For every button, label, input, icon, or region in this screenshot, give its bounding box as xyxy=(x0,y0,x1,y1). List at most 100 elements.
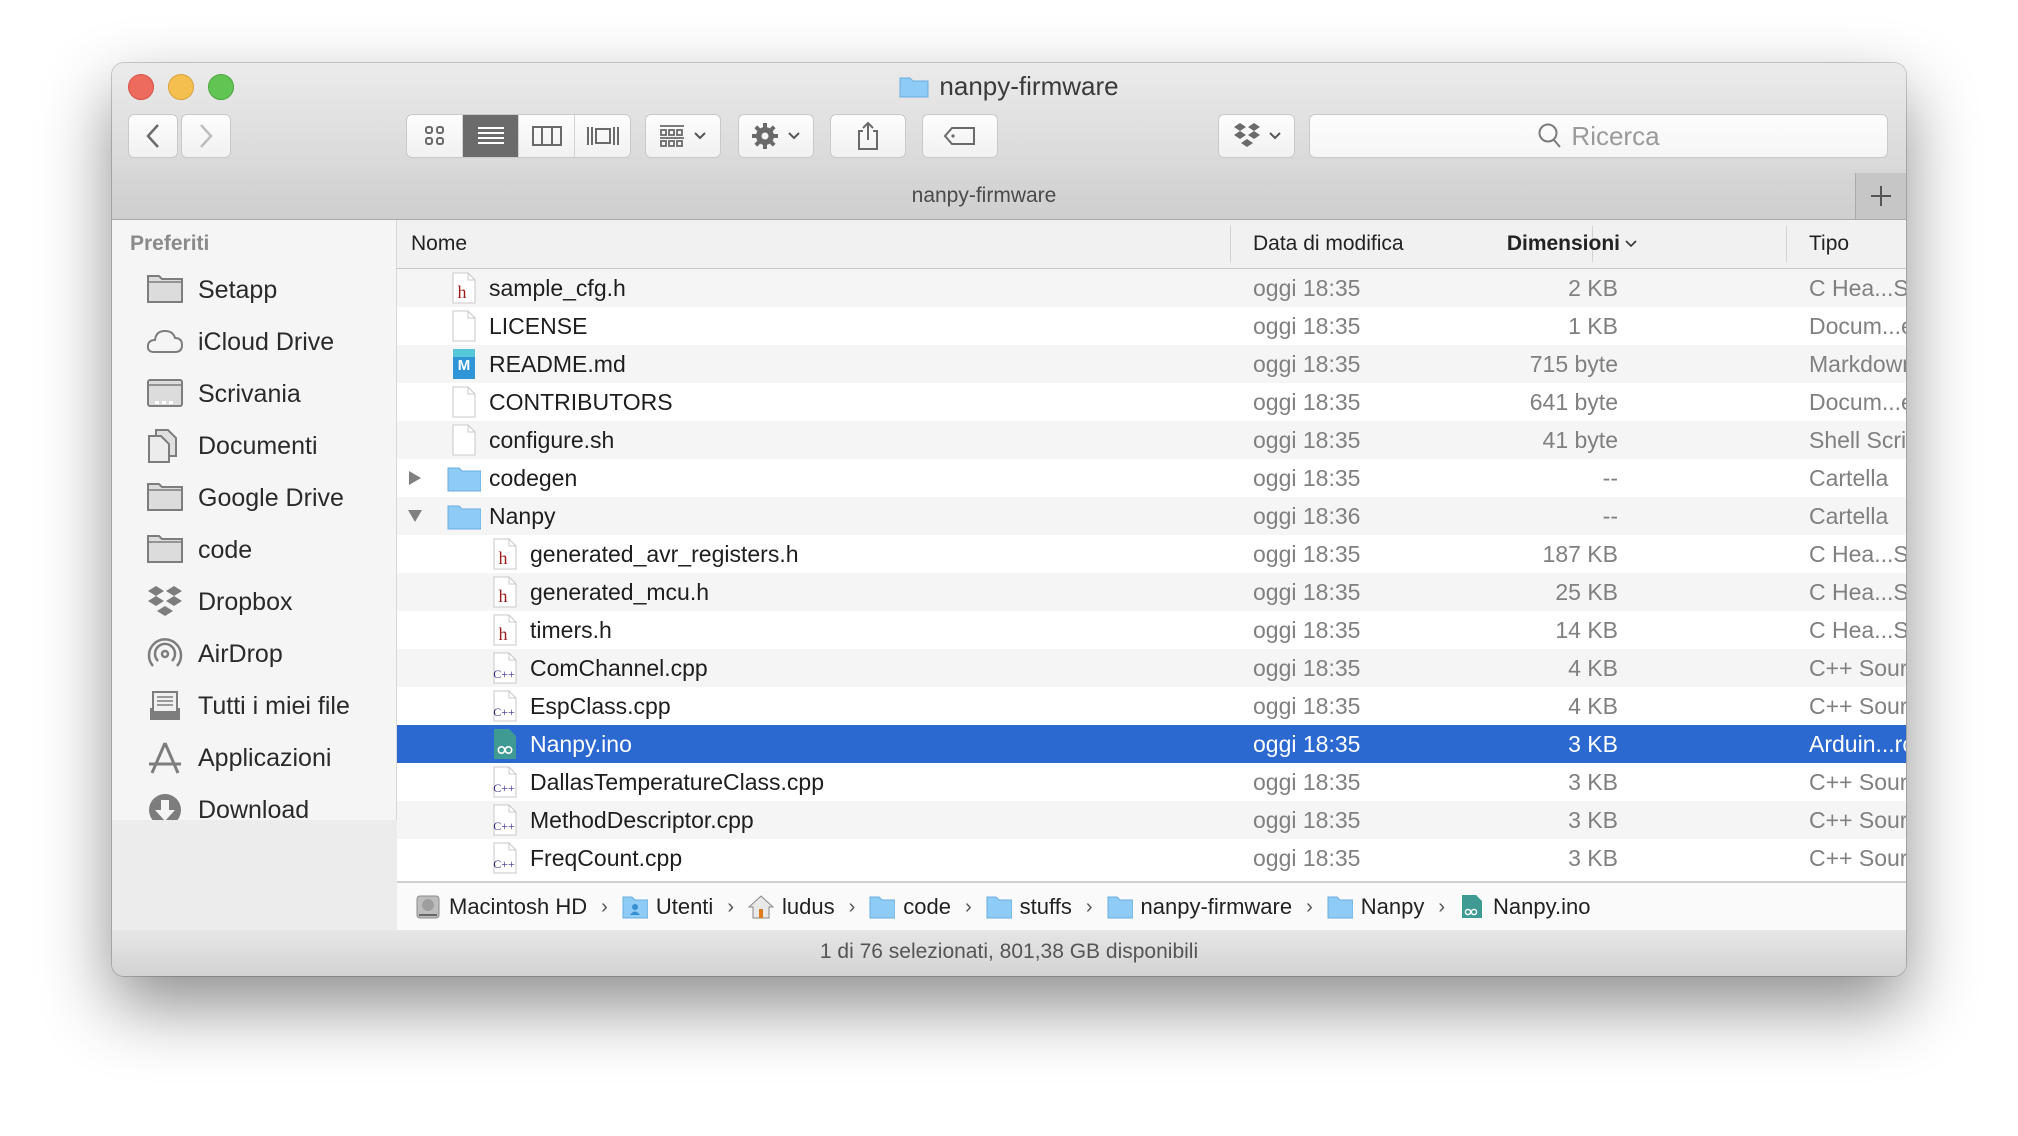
desktop-icon xyxy=(147,379,183,407)
airdrop-icon xyxy=(146,636,184,672)
file-icon xyxy=(451,310,477,342)
sidebar-item-setapp[interactable]: Setapp xyxy=(146,270,277,310)
plus-icon xyxy=(1871,186,1891,206)
file-kind: Docum...extEdit xyxy=(1809,389,1906,415)
sidebar-item-label: Applicazioni xyxy=(198,743,332,772)
file-row[interactable]: C++ MethodDescriptor.cpp oggi 18:35 3 KB C++… xyxy=(397,801,1906,839)
sidebar-item-airdrop[interactable]: AirDrop xyxy=(146,634,283,674)
chevron-down-icon xyxy=(788,132,800,140)
file-row[interactable]: Nanpy.ino oggi 18:35 3 KB Arduin...rce File xyxy=(397,725,1906,763)
back-button[interactable] xyxy=(128,114,178,158)
tag-button[interactable] xyxy=(922,114,998,158)
file-row[interactable]: LICENSE oggi 18:35 1 KB Docum...extEdit xyxy=(397,307,1906,345)
header-file-icon: h xyxy=(493,576,517,608)
tag-icon xyxy=(943,127,975,145)
sidebar-item-label: Setapp xyxy=(198,275,278,304)
sidebar-item-dropbox[interactable]: Dropbox xyxy=(146,582,293,622)
search-field[interactable]: Ricerca xyxy=(1309,114,1888,158)
file-row[interactable]: C++ FreqCount.cpp oggi 18:35 3 KB C++ Source xyxy=(397,839,1906,877)
path-item[interactable]: ludus xyxy=(747,894,835,920)
column-header-size[interactable]: Dimensioni xyxy=(1507,220,1638,268)
share-button[interactable] xyxy=(830,114,906,158)
sidebar-item-download[interactable]: Download xyxy=(146,790,309,820)
file-kind: Docum...extEdit xyxy=(1809,313,1906,339)
forward-button[interactable] xyxy=(181,114,231,158)
path-separator-icon: › xyxy=(727,895,734,918)
dropbox-button[interactable] xyxy=(1218,114,1295,158)
file-row[interactable]: C++ DallasTemperatureClass.cpp oggi 18:35 3… xyxy=(397,763,1906,801)
view-mode-control[interactable] xyxy=(406,114,631,158)
gear-icon xyxy=(752,123,778,149)
cover-flow-view-button[interactable] xyxy=(575,115,630,157)
svg-text:C++: C++ xyxy=(493,667,515,681)
file-row[interactable]: h generated_avr_registers.h oggi 18:35 187 … xyxy=(397,535,1906,573)
file-row[interactable]: h generated_mcu.h oggi 18:35 25 KB C Hea...S… xyxy=(397,573,1906,611)
file-kind: C++ Source xyxy=(1809,655,1906,681)
file-row[interactable]: Nanpy oggi 18:36 -- Cartella xyxy=(397,497,1906,535)
action-button[interactable] xyxy=(738,114,814,158)
folder-icon xyxy=(447,467,482,492)
file-name: EspClass.cpp xyxy=(530,693,671,719)
file-icon: h xyxy=(492,538,518,570)
file-row[interactable]: CONTRIBUTORS oggi 18:35 641 byte Docum...ex… xyxy=(397,383,1906,421)
cpp-file-icon: C++ xyxy=(493,766,517,798)
file-row[interactable]: C++ EspClass.cpp oggi 18:35 4 KB C++ Source xyxy=(397,687,1906,725)
disclosure-expanded-icon[interactable] xyxy=(405,497,425,535)
sidebar-item-tutti-i-miei-file[interactable]: Tutti i miei file xyxy=(146,686,350,726)
file-date: oggi 18:35 xyxy=(1253,351,1361,377)
sidebar-item-google-drive[interactable]: Google Drive xyxy=(146,478,344,518)
tab-current[interactable]: nanpy-firmware xyxy=(112,173,1856,219)
sidebar-item-scrivania[interactable]: Scrivania xyxy=(146,374,301,414)
file-name: configure.sh xyxy=(489,427,615,453)
folder-icon xyxy=(899,77,929,98)
file-row[interactable]: M README.md oggi 18:35 715 byte Markdown xyxy=(397,345,1906,383)
list-view-button[interactable] xyxy=(463,115,519,157)
file-icon xyxy=(451,386,477,418)
airdrop-icon xyxy=(147,638,183,667)
dropbox-icon xyxy=(146,584,184,620)
path-item[interactable]: code xyxy=(869,894,951,920)
file-row[interactable]: codegen oggi 18:35 -- Cartella xyxy=(397,459,1906,497)
sidebar-item-documenti[interactable]: Documenti xyxy=(146,426,318,466)
column-header-name[interactable]: Nome xyxy=(411,220,467,268)
file-date: oggi 18:36 xyxy=(1253,503,1361,529)
folder-icon xyxy=(986,896,1012,919)
icon-view-button[interactable] xyxy=(407,115,463,157)
file-kind: C Hea...Source xyxy=(1809,579,1906,605)
file-size: -- xyxy=(1602,503,1618,529)
path-item[interactable]: nanpy-firmware xyxy=(1107,894,1292,920)
sidebar-section-header[interactable]: Preferiti xyxy=(130,232,209,256)
file-row[interactable]: configure.sh oggi 18:35 41 byte Shell Scrip… xyxy=(397,421,1906,459)
path-item[interactable]: Macintosh HD xyxy=(415,894,587,920)
path-separator-icon: › xyxy=(1306,895,1313,918)
path-item[interactable]: Utenti xyxy=(622,894,713,920)
path-item[interactable]: stuffs xyxy=(986,894,1072,920)
sidebar-item-code[interactable]: code xyxy=(146,530,252,570)
path-item[interactable]: Nanpy xyxy=(1327,894,1424,920)
arduino-file-icon xyxy=(1462,895,1483,918)
file-name: generated_avr_registers.h xyxy=(530,541,799,567)
file-row[interactable]: h timers.h oggi 18:35 14 KB C Hea...Source xyxy=(397,611,1906,649)
file-kind: C Hea...Source xyxy=(1809,541,1906,567)
cpp-file-icon: C++ xyxy=(493,652,517,684)
svg-text:h: h xyxy=(458,282,467,302)
svg-text:h: h xyxy=(499,624,508,644)
sidebar-item-icloud-drive[interactable]: iCloud Drive xyxy=(146,322,334,362)
file-name: README.md xyxy=(489,351,626,377)
file-date: oggi 18:35 xyxy=(1253,465,1361,491)
documents-icon xyxy=(146,428,184,464)
column-view-button[interactable] xyxy=(519,115,575,157)
path-item[interactable]: Nanpy.ino xyxy=(1459,894,1590,920)
column-divider[interactable] xyxy=(1230,226,1231,262)
column-divider[interactable] xyxy=(1786,226,1787,262)
file-row[interactable]: C++ ComChannel.cpp oggi 18:35 4 KB C++ Sourc… xyxy=(397,649,1906,687)
document-icon xyxy=(452,310,476,342)
new-tab-button[interactable] xyxy=(1855,173,1906,219)
column-header-kind[interactable]: Tipo xyxy=(1809,220,1849,268)
disclosure-collapsed-icon[interactable] xyxy=(405,459,425,497)
file-row[interactable]: h sample_cfg.h oggi 18:35 2 KB C Hea...Sourc… xyxy=(397,269,1906,307)
sidebar-item-applicazioni[interactable]: Applicazioni xyxy=(146,738,331,778)
arrange-button[interactable] xyxy=(645,114,721,158)
column-header-date[interactable]: Data di modifica xyxy=(1253,220,1404,268)
header-file-icon: h xyxy=(493,614,517,646)
